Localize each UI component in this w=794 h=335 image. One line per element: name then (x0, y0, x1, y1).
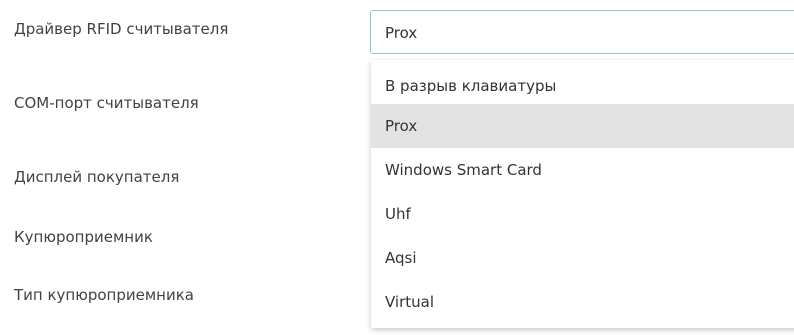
rfid-driver-label: Драйвер RFID считывателя (14, 20, 229, 38)
bill-acceptor-label: Купюроприемник (14, 228, 153, 246)
dropdown-option-windows-smart-card[interactable]: Windows Smart Card (371, 148, 794, 192)
dropdown-option-virtual[interactable]: Virtual (371, 280, 794, 324)
dropdown-option-keyboard-wedge[interactable]: В разрыв клавиатуры (371, 64, 794, 108)
dropdown-option-prox[interactable]: Prox (371, 104, 794, 148)
com-port-label: COM-порт считывателя (14, 94, 199, 112)
dropdown-option-aqsi[interactable]: Aqsi (371, 236, 794, 280)
rfid-driver-select[interactable]: Prox (370, 10, 794, 54)
bill-acceptor-type-label: Тип купюроприемника (14, 286, 194, 304)
rfid-driver-select-value: Prox (385, 24, 418, 42)
customer-display-label: Дисплей покупателя (14, 168, 180, 186)
settings-form: Драйвер RFID считывателя COM-порт считыв… (0, 0, 794, 335)
dropdown-option-uhf[interactable]: Uhf (371, 192, 794, 236)
rfid-driver-dropdown: В разрыв клавиатуры Prox Windows Smart C… (371, 60, 794, 328)
